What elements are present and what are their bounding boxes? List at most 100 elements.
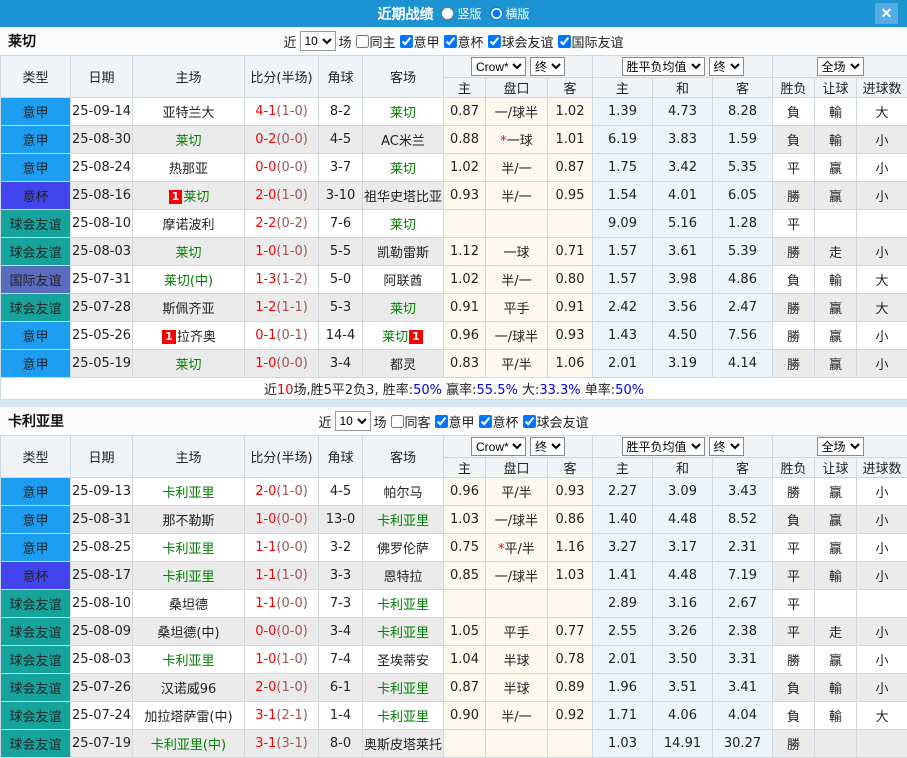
corner-cell: 8-0 (319, 730, 363, 758)
home-team: 1莱切 (168, 190, 210, 205)
avg-time-select[interactable]: 终 (709, 57, 744, 76)
match-row: 意甲25-05-261拉齐奥0-1(0-1)14-4莱切10.96一/球半0.9… (1, 322, 907, 350)
match-count-select[interactable]: 10 (334, 411, 370, 431)
home-team-cell: 卡利亚里(中) (133, 730, 245, 758)
odds-time-select[interactable]: 终 (530, 57, 565, 76)
scope-header-group: 全场 (773, 56, 907, 78)
avg-type-select[interactable]: 胜平负均值 (622, 437, 705, 456)
league-filter[interactable]: 意杯 (479, 412, 519, 431)
avg-draw-cell: 4.48 (653, 506, 713, 534)
odds-company-select[interactable]: Crow* (471, 57, 526, 76)
date-cell: 25-07-26 (71, 674, 133, 702)
same-venue-filter[interactable]: 同客 (390, 412, 430, 431)
goals-result-cell: 小 (857, 618, 907, 646)
avg-type-select[interactable]: 胜平负均值 (622, 57, 705, 76)
league-filter[interactable]: 球会友谊 (523, 412, 589, 431)
away-team-cell: 莱切 (363, 210, 444, 238)
league-filter[interactable]: 意甲 (435, 412, 475, 431)
wl-result-cell: 平 (773, 562, 815, 590)
league-filter-checkbox[interactable] (444, 35, 457, 48)
score-cell: 1-1(0-0) (245, 590, 319, 618)
match-row: 意甲25-08-24热那亚0-0(0-0)3-7莱切1.02半/一0.871.7… (1, 154, 907, 182)
odds-away-cell: 0.86 (548, 506, 593, 534)
league-filter-checkbox[interactable] (399, 35, 412, 48)
scope-select[interactable]: 全场 (817, 437, 864, 456)
league-filter[interactable]: 意甲 (399, 32, 439, 51)
handicap-result-cell: 輸 (815, 562, 857, 590)
close-icon[interactable]: ✕ (875, 3, 898, 24)
wl-result-cell: 負 (773, 702, 815, 730)
handicap-result-cell: 走 (815, 238, 857, 266)
odds-home-cell: 1.02 (444, 154, 486, 182)
league-filter-checkbox[interactable] (435, 415, 448, 428)
title-bar: 近期战绩 竖版 横版 ✕ (0, 0, 907, 27)
date-cell: 25-05-19 (71, 350, 133, 378)
league-filter[interactable]: 国际友谊 (558, 32, 624, 51)
odds-time-select[interactable]: 终 (530, 437, 565, 456)
handicap-cell: 一/球半 (486, 98, 548, 126)
scope-select[interactable]: 全场 (817, 57, 864, 76)
avg-away-cell: 3.43 (713, 478, 773, 506)
home-team-cell: 汉诺威96 (133, 674, 245, 702)
avg-home-cell: 1.57 (593, 266, 653, 294)
match-type-cell: 球会友谊 (1, 590, 71, 618)
vertical-layout-radio[interactable] (441, 7, 454, 20)
horizontal-layout-radio[interactable] (490, 7, 503, 20)
avg-draw-cell: 3.56 (653, 294, 713, 322)
odds-company-select[interactable]: Crow* (471, 437, 526, 456)
match-type-cell: 球会友谊 (1, 674, 71, 702)
league-filter[interactable]: 意杯 (444, 32, 484, 51)
handicap-result-cell: 輸 (815, 702, 857, 730)
same-venue-filter[interactable]: 同主 (355, 32, 395, 51)
red-card-badge: 1 (409, 330, 423, 344)
section-header: 莱切近10场同主意甲意杯球会友谊国际友谊 (0, 27, 907, 55)
match-type-cell: 意甲 (1, 322, 71, 350)
away-team: 莱切 (390, 302, 416, 317)
odds-home-cell: 1.03 (444, 506, 486, 534)
match-type-cell: 球会友谊 (1, 238, 71, 266)
match-row: 球会友谊25-08-09桑坦德(中)0-0(0-0)3-4卡利亚里1.05平手0… (1, 618, 907, 646)
score-cell: 3-1(3-1) (245, 730, 319, 758)
league-filter-checkbox[interactable] (558, 35, 571, 48)
column-header: 客场 (363, 56, 444, 98)
league-filter-checkbox[interactable] (479, 415, 492, 428)
sub-column-header: 客 (548, 78, 593, 98)
avg-time-select[interactable]: 终 (709, 437, 744, 456)
same-venue-filter-checkbox[interactable] (390, 415, 403, 428)
corner-cell: 5-0 (319, 266, 363, 294)
away-team: 帕尔马 (383, 486, 422, 501)
odds-home-cell: 1.04 (444, 646, 486, 674)
column-header: 角球 (319, 56, 363, 98)
league-filter-checkbox[interactable] (523, 415, 536, 428)
odds-away-cell: 1.01 (548, 126, 593, 154)
odds-home-cell: 0.91 (444, 294, 486, 322)
avg-draw-cell: 3.19 (653, 350, 713, 378)
home-team-cell: 热那亚 (133, 154, 245, 182)
odds-away-cell: 0.89 (548, 674, 593, 702)
avg-draw-cell: 4.06 (653, 702, 713, 730)
same-venue-filter-checkbox[interactable] (355, 35, 368, 48)
odds-home-cell: 0.96 (444, 322, 486, 350)
home-team: 亚特兰大 (162, 106, 214, 121)
layout-option-vertical[interactable]: 竖版 (441, 5, 481, 22)
corner-cell: 14-4 (319, 322, 363, 350)
match-type-cell: 意甲 (1, 350, 71, 378)
odds-home-cell: 1.12 (444, 238, 486, 266)
odds-home-cell: 0.93 (444, 182, 486, 210)
wl-result-cell: 平 (773, 590, 815, 618)
match-count-select[interactable]: 10 (299, 31, 335, 51)
score-cell: 1-0(0-0) (245, 506, 319, 534)
layout-option-horizontal[interactable]: 横版 (490, 5, 530, 22)
league-filter-checkbox[interactable] (488, 35, 501, 48)
games-label: 场 (338, 32, 351, 51)
odds-away-cell: 0.95 (548, 182, 593, 210)
corner-cell: 3-4 (319, 618, 363, 646)
wl-result-cell: 勝 (773, 478, 815, 506)
league-filter[interactable]: 球会友谊 (488, 32, 554, 51)
sub-column-header: 主 (444, 458, 486, 478)
league-filter-label: 国际友谊 (572, 32, 624, 51)
home-team-cell: 卡利亚里 (133, 534, 245, 562)
avg-draw-cell: 5.16 (653, 210, 713, 238)
match-type-cell: 球会友谊 (1, 702, 71, 730)
league-filter-label: 意杯 (493, 412, 519, 431)
